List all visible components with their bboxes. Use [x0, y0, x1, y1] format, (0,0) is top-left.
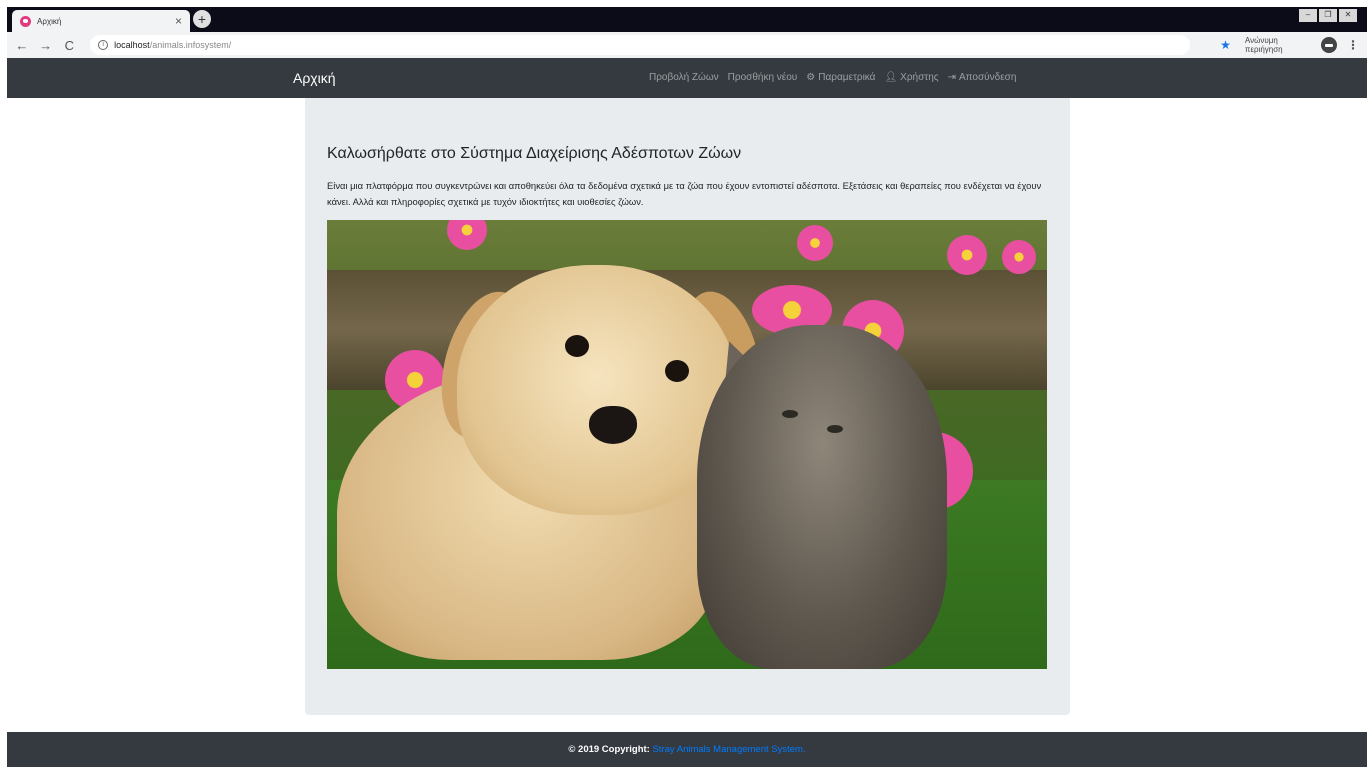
nav-link-label: Προσθήκη νέου: [727, 72, 798, 83]
flower: [947, 235, 987, 275]
browser-menu-icon[interactable]: ⋮: [1347, 38, 1359, 52]
site-footer: © 2019 Copyright: Stray Animals Manageme…: [7, 732, 1367, 767]
puppy-head: [457, 265, 737, 515]
back-arrow-icon[interactable]: ←: [15, 38, 29, 53]
window-controls: – ❐ ✕: [1299, 9, 1357, 22]
puppy-kitten-image: [327, 220, 1047, 669]
kitten-eye: [827, 425, 843, 433]
reload-icon[interactable]: C: [62, 38, 76, 53]
user-icon: 👤︎: [884, 72, 898, 83]
forward-arrow-icon[interactable]: →: [39, 38, 53, 53]
kitten-body: [697, 325, 947, 669]
tab-close-icon[interactable]: ×: [175, 14, 182, 28]
nav-link-logout[interactable]: ⇥ Αποσύνδεση: [948, 72, 1017, 83]
page-lead: Είναι μια πλατφόρμα που συγκεντρώνει και…: [327, 180, 1042, 207]
site-navbar: Αρχική Προβολή Ζώων Προσθήκη νέου ⚙ Παρα…: [7, 58, 1367, 98]
page-title: Καλωσήρθατε στο Σύστημα Διαχείρισης Αδέσ…: [327, 145, 742, 162]
incognito-icon[interactable]: [1321, 37, 1337, 53]
nav-links: Προβολή Ζώων Προσθήκη νέου ⚙ Παραμετρικά…: [649, 72, 1016, 83]
flower: [447, 220, 487, 250]
incognito-label: Ανώνυμη περιήγηση: [1244, 36, 1283, 54]
footer-copyright: © 2019 Copyright:: [568, 744, 650, 755]
kitten-eye: [782, 410, 798, 418]
nav-link-view-animals[interactable]: Προβολή Ζώων: [649, 72, 719, 83]
gears-icon: ⚙: [806, 72, 816, 83]
nav-link-parameters[interactable]: ⚙ Παραμετρικά: [806, 72, 875, 83]
close-window-button[interactable]: ✕: [1339, 9, 1357, 22]
tab-title: Αρχική: [37, 16, 62, 26]
url-host: localhost: [114, 40, 150, 50]
nav-link-label: Προβολή Ζώων: [649, 72, 719, 83]
welcome-jumbotron: Καλωσήρθατε στο Σύστημα Διαχείρισης Αδέσ…: [305, 98, 1070, 715]
new-tab-button[interactable]: +: [193, 10, 211, 28]
browser-tab[interactable]: Αρχική ×: [12, 10, 190, 32]
url-path: /animals.infosystem/: [149, 40, 232, 50]
flower: [797, 225, 833, 261]
nav-link-add-new[interactable]: Προσθήκη νέου: [728, 72, 798, 83]
favicon-icon: [20, 15, 31, 27]
nav-link-label: Παραμετρικά: [818, 72, 876, 83]
footer-link[interactable]: Stray Animals Management System.: [652, 744, 805, 755]
address-bar[interactable]: i localhost/animals.infosystem/: [90, 35, 1191, 55]
nav-link-label: Χρήστης: [900, 72, 939, 83]
navbar-brand[interactable]: Αρχική: [293, 70, 336, 86]
minimize-button[interactable]: –: [1299, 9, 1317, 22]
sign-out-icon: ⇥: [947, 72, 956, 83]
nav-link-user[interactable]: 👤︎ Χρήστης: [884, 72, 938, 83]
bookmark-star-icon[interactable]: ★: [1220, 38, 1231, 52]
puppy-eye: [665, 360, 689, 382]
nav-link-label: Αποσύνδεση: [959, 72, 1017, 83]
browser-toolbar: ← → C i localhost/animals.infosystem/ ★ …: [7, 32, 1367, 58]
browser-tab-bar: Αρχική × + – ❐ ✕: [7, 7, 1367, 32]
info-icon[interactable]: i: [98, 40, 109, 50]
maximize-button[interactable]: ❐: [1319, 9, 1337, 22]
flower: [1002, 240, 1036, 274]
puppy-eye: [565, 335, 589, 357]
puppy-nose: [589, 406, 637, 444]
